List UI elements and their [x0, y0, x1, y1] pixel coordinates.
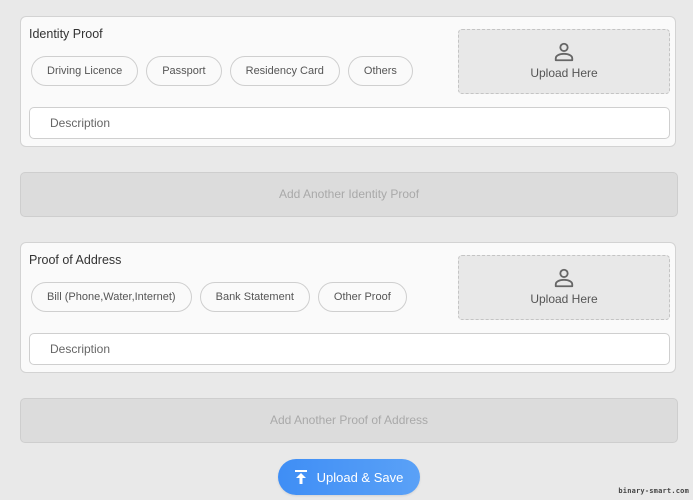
identity-proof-card: Identity Proof Driving Licence Passport …	[20, 16, 676, 147]
identity-proof-title: Identity Proof	[29, 27, 103, 41]
proof-of-address-title: Proof of Address	[29, 253, 122, 267]
option-residency-card[interactable]: Residency Card	[229, 56, 340, 86]
add-another-proof-of-address-button[interactable]: Add Another Proof of Address	[20, 398, 678, 443]
option-others[interactable]: Others	[347, 56, 413, 86]
option-bank-statement[interactable]: Bank Statement	[199, 282, 310, 312]
identity-upload-label: Upload Here	[530, 66, 598, 80]
person-icon	[554, 42, 574, 62]
upload-and-save-button[interactable]: Upload & Save	[278, 459, 420, 495]
upload-arrow-icon	[294, 470, 307, 484]
proof-of-address-card: Proof of Address Bill (Phone,Water,Inter…	[20, 242, 676, 373]
identity-description-input[interactable]	[29, 107, 670, 139]
identity-upload-dropzone[interactable]: Upload Here	[458, 29, 670, 94]
address-upload-dropzone[interactable]: Upload Here	[458, 255, 670, 320]
option-other-proof[interactable]: Other Proof	[317, 282, 407, 312]
add-another-identity-proof-button[interactable]: Add Another Identity Proof	[20, 172, 678, 217]
person-icon	[554, 268, 574, 288]
address-upload-label: Upload Here	[530, 292, 598, 306]
upload-and-save-label: Upload & Save	[316, 469, 404, 485]
proof-of-address-options: Bill (Phone,Water,Internet) Bank Stateme…	[31, 282, 407, 312]
option-bill[interactable]: Bill (Phone,Water,Internet)	[31, 282, 192, 312]
option-passport[interactable]: Passport	[146, 56, 222, 86]
option-driving-licence[interactable]: Driving Licence	[31, 56, 139, 86]
watermark: binary-smart.com	[618, 487, 689, 495]
identity-proof-options: Driving Licence Passport Residency Card …	[31, 56, 413, 86]
address-description-input[interactable]	[29, 333, 670, 365]
